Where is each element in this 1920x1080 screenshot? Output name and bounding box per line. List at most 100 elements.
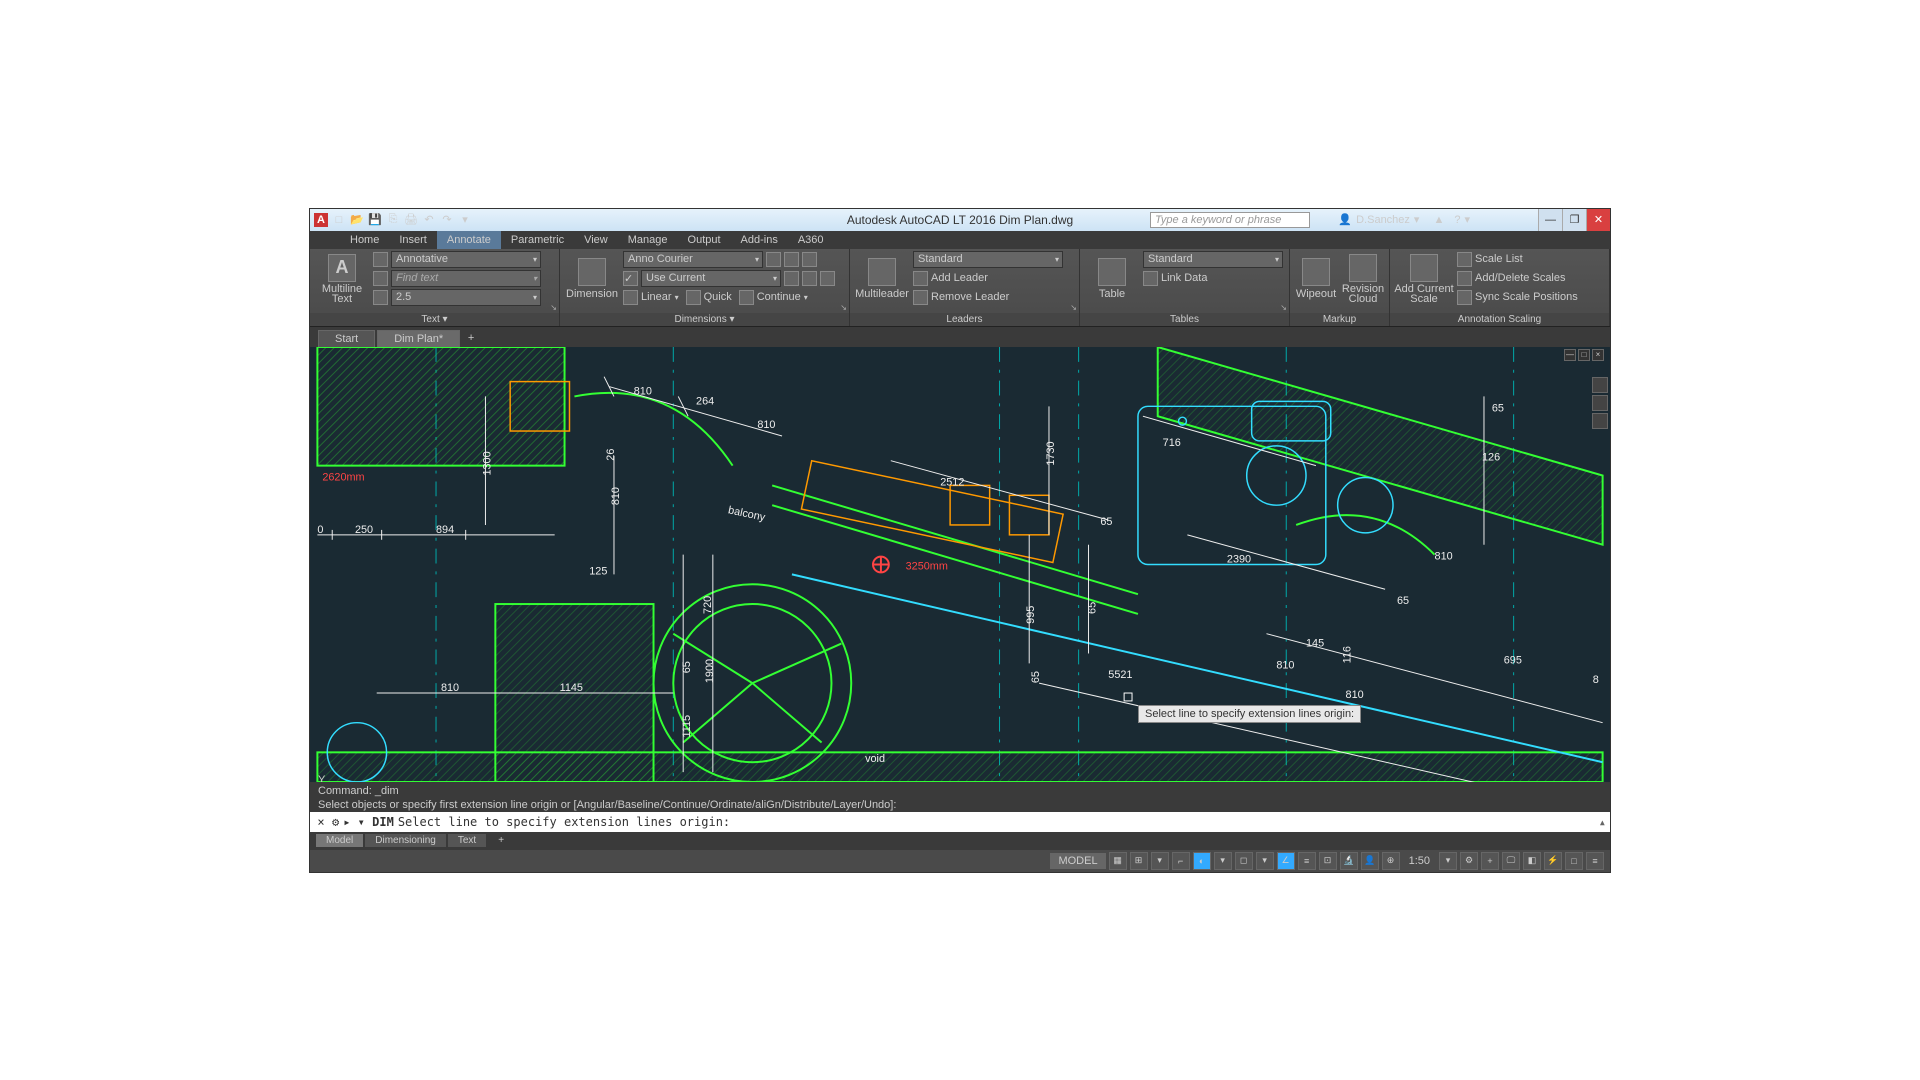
status-polar-icon[interactable]: ◐ [1193, 852, 1211, 870]
dim-tool5-icon[interactable] [802, 271, 817, 286]
panel-tables-dialog-icon[interactable]: ↘ [1280, 303, 1287, 312]
help-icon[interactable]: ? [1454, 214, 1460, 226]
menu-insert[interactable]: Insert [389, 231, 437, 249]
status-iso-icon[interactable]: ◧ [1523, 852, 1541, 870]
nav-zoom-icon[interactable] [1592, 413, 1608, 429]
command-close-icon[interactable]: × [314, 815, 328, 829]
layout-tab-text[interactable]: Text [448, 834, 486, 847]
status-hwaccel-icon[interactable]: ⚡ [1544, 852, 1562, 870]
dimension-button[interactable]: Dimension [564, 251, 620, 307]
add-del-scale-button[interactable]: Add/Delete Scales [1475, 272, 1566, 284]
menu-output[interactable]: Output [678, 231, 731, 249]
plot-icon[interactable]: 🖨 [404, 213, 418, 227]
help-dropdown-icon[interactable]: ▾ [1464, 213, 1470, 226]
save-icon[interactable]: 💾 [368, 213, 382, 227]
wipeout-button[interactable]: Wipeout [1294, 251, 1338, 307]
menu-view[interactable]: View [574, 231, 618, 249]
new-icon[interactable]: □ [332, 213, 346, 227]
text-height-dropdown[interactable]: 2.5 [391, 289, 541, 306]
close-button[interactable]: ✕ [1586, 209, 1610, 231]
sync-scale-button[interactable]: Sync Scale Positions [1475, 291, 1578, 303]
command-line[interactable]: × ⚙ ▸ ▾ DIM Select line to specify exten… [310, 812, 1610, 832]
layout-tab-dimensioning[interactable]: Dimensioning [365, 834, 446, 847]
status-polar-dd-icon[interactable]: ▾ [1214, 852, 1232, 870]
tab-dim-plan[interactable]: Dim Plan* [377, 330, 460, 347]
menu-parametric[interactable]: Parametric [501, 231, 574, 249]
status-tpy-icon[interactable]: ⊡ [1319, 852, 1337, 870]
dim-style-dropdown[interactable]: Anno Courier [623, 251, 763, 268]
status-osnap-icon[interactable]: ◻ [1235, 852, 1253, 870]
panel-dim-dialog-icon[interactable]: ↘ [840, 303, 847, 312]
layout-tab-model[interactable]: Model [316, 834, 363, 847]
tab-new-button[interactable]: + [462, 329, 480, 347]
minimize-button[interactable]: — [1538, 209, 1562, 231]
status-otrack-icon[interactable]: ∠ [1277, 852, 1295, 870]
tab-start[interactable]: Start [318, 330, 375, 347]
dim-tool6-icon[interactable] [820, 271, 835, 286]
status-snap-icon[interactable]: ⊞ [1130, 852, 1148, 870]
status-model[interactable]: MODEL [1050, 853, 1105, 869]
status-lwt-icon[interactable]: ≡ [1298, 852, 1316, 870]
open-icon[interactable]: 📂 [350, 213, 364, 227]
status-clean-icon[interactable]: □ [1565, 852, 1583, 870]
command-customize-icon[interactable]: ⚙ [332, 815, 339, 829]
saveas-icon[interactable]: ⎘ [386, 213, 400, 227]
qat-dropdown-icon[interactable]: ▾ [458, 213, 472, 227]
status-scale[interactable]: 1:50 [1403, 855, 1436, 867]
panel-leaders-dialog-icon[interactable]: ↘ [1070, 303, 1077, 312]
remove-leader-button[interactable]: Remove Leader [931, 291, 1009, 303]
dim-layer-dropdown[interactable]: Use Current [641, 270, 781, 287]
search-input[interactable]: Type a keyword or phrase [1150, 212, 1310, 228]
menu-annotate[interactable]: Annotate [437, 231, 501, 249]
table-button[interactable]: Table [1084, 251, 1140, 307]
link-data-button[interactable]: Link Data [1161, 272, 1207, 284]
dim-tool3-icon[interactable] [802, 252, 817, 267]
status-gear-icon[interactable]: ⚙ [1460, 852, 1478, 870]
status-ortho-icon[interactable]: ⌐ [1172, 852, 1190, 870]
exchange-icon[interactable]: ▲ [1433, 214, 1444, 226]
panel-text-label[interactable]: Text ▾ [310, 313, 559, 326]
text-style-dropdown[interactable]: Annotative [391, 251, 541, 268]
undo-icon[interactable]: ↶ [422, 213, 436, 227]
status-annovis-icon[interactable]: 👤 [1361, 852, 1379, 870]
panel-dimensions-label[interactable]: Dimensions ▾ [560, 313, 849, 326]
add-leader-button[interactable]: Add Leader [931, 272, 988, 284]
viewport-close-icon[interactable]: × [1592, 349, 1604, 361]
continue-button[interactable]: Continue [757, 291, 801, 303]
add-current-scale-button[interactable]: Add Current Scale [1394, 251, 1454, 307]
dim-tool1-icon[interactable] [766, 252, 781, 267]
multiline-text-button[interactable]: A Multiline Text [314, 251, 370, 307]
status-annoauto-icon[interactable]: ⊕ [1382, 852, 1400, 870]
leader-style-dropdown[interactable]: Standard [913, 251, 1063, 268]
dim-tool2-icon[interactable] [784, 252, 799, 267]
layout-tab-add[interactable]: + [488, 834, 508, 847]
nav-wheel-icon[interactable] [1592, 377, 1608, 393]
viewport-maximize-icon[interactable]: □ [1578, 349, 1590, 361]
scale-list-button[interactable]: Scale List [1475, 253, 1523, 265]
drawing-canvas[interactable]: 810 264 810 2512 1730 716 126 1300 26 81… [310, 347, 1610, 782]
nav-pan-icon[interactable] [1592, 395, 1608, 411]
status-snap-dd-icon[interactable]: ▾ [1151, 852, 1169, 870]
user-menu[interactable]: 👤 D.Sanchez ▾ ▲ ? ▾ [1338, 213, 1470, 226]
menu-home[interactable]: Home [340, 231, 389, 249]
menu-addins[interactable]: Add-ins [731, 231, 788, 249]
command-history[interactable]: Command: _dim Select objects or specify … [310, 782, 1610, 812]
command-history-toggle-icon[interactable]: ▴ [1599, 815, 1606, 829]
viewport-minimize-icon[interactable]: — [1564, 349, 1576, 361]
status-annoscale-icon[interactable]: 🔬 [1340, 852, 1358, 870]
status-plus-icon[interactable]: + [1481, 852, 1499, 870]
find-text-input[interactable]: Find text [391, 270, 541, 287]
status-scale-dd-icon[interactable]: ▾ [1439, 852, 1457, 870]
status-monitor-icon[interactable]: 🖵 [1502, 852, 1520, 870]
app-logo-icon[interactable]: A [314, 213, 328, 227]
quick-button[interactable]: Quick [704, 291, 732, 303]
status-osnap-dd-icon[interactable]: ▾ [1256, 852, 1274, 870]
maximize-button[interactable]: ❐ [1562, 209, 1586, 231]
panel-text-dialog-icon[interactable]: ↘ [550, 303, 557, 312]
menu-a360[interactable]: A360 [788, 231, 834, 249]
table-style-dropdown[interactable]: Standard [1143, 251, 1283, 268]
status-grid-icon[interactable]: ▦ [1109, 852, 1127, 870]
redo-icon[interactable]: ↷ [440, 213, 454, 227]
menu-manage[interactable]: Manage [618, 231, 678, 249]
revision-cloud-button[interactable]: Revision Cloud [1341, 251, 1385, 307]
